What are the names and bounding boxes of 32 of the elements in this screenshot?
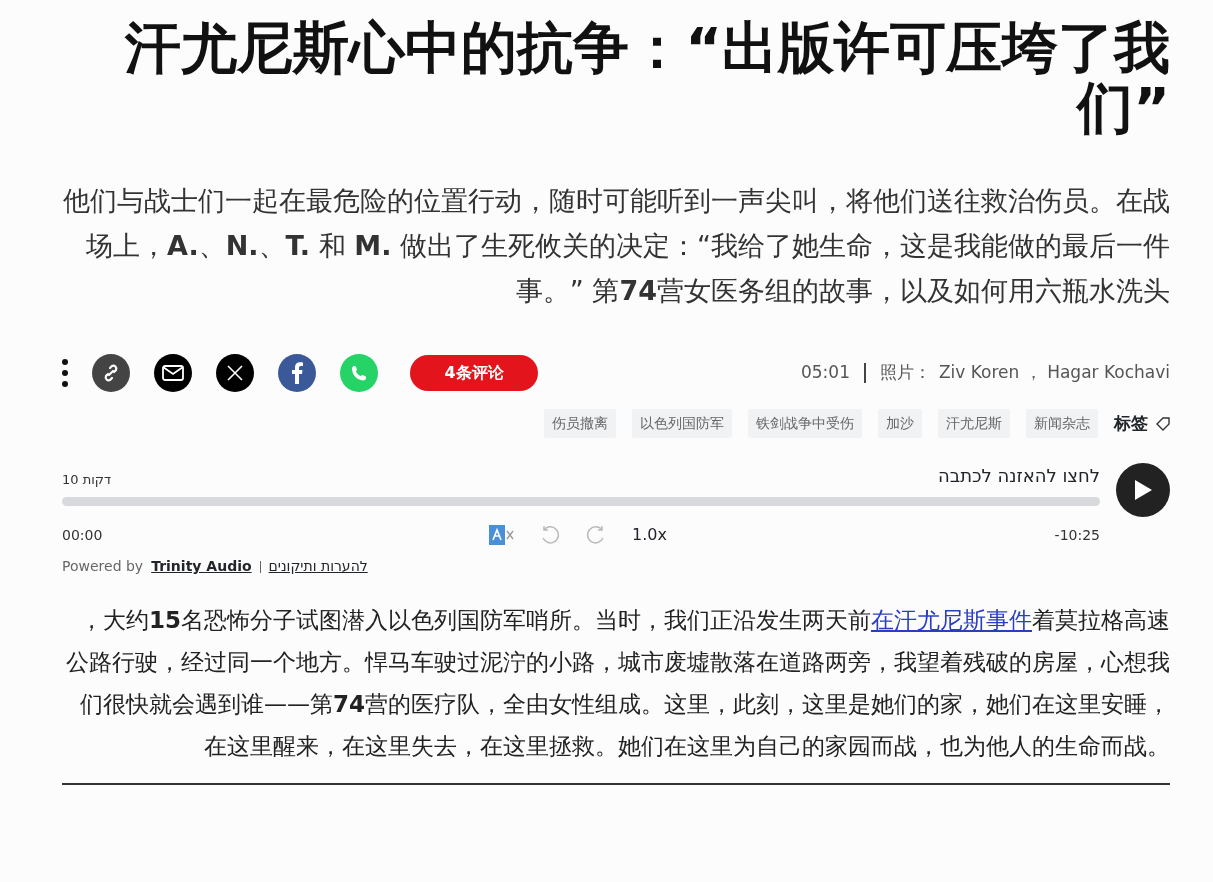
translate-icon[interactable] [489, 525, 515, 545]
play-icon [1133, 479, 1153, 501]
email-icon[interactable] [154, 354, 192, 392]
article-title: 汗尤尼斯心中的抗争：“出版许可压垮了我们” [123, 18, 1170, 138]
photo-label: 照片： [879, 361, 931, 385]
powered-by-label: Powered by [62, 557, 144, 576]
listen-prompt: לחצו להאזנה לכתבה [938, 464, 1100, 488]
comments-button[interactable]: 4条评论 [410, 355, 538, 391]
tag-link[interactable]: 伤员撤离 [544, 409, 616, 438]
tag-icon [1156, 416, 1170, 431]
facebook-icon[interactable] [278, 354, 316, 392]
article-link[interactable]: 在汗尤尼斯事件 [871, 607, 1032, 633]
play-button[interactable] [1116, 463, 1170, 517]
current-time: 00:00 [62, 525, 103, 545]
tag-link[interactable]: 以色列国防军 [632, 409, 732, 438]
duration-label: 10 דקות [62, 470, 112, 489]
body-paragraph: ，大约15名恐怖分子试图潜入以色列国防军哨所。当时，我们正沿发生两天前在汗尤尼斯事件着莫拉格高速公路行驶，经过同一个地方。悍马车驶过泥泞的小路，城市废墟散落在道路两旁，我望着残破的房屋，心想我们很快就会遇到谁——第74营的医疗队，全由女性组成。这里，此刻，这里是她们的家，她们在这里安睡，在这里醒来，在这里失去，在这里拯救。她们在这里为自己的家园而战，也为他人的生命而战。 [65, 606, 1170, 761]
link-icon[interactable] [92, 354, 130, 392]
tag-link[interactable]: 加沙 [878, 409, 922, 438]
lead-paragraph: 他们与战士们一起在最危险的位置行动，随时可能听到一声尖叫，将他们送往救治伤员。在战场上，A.、N.、T. 和 M. 做出了生死攸关的决定：“我给了她生命，这是我能做的最后一件事。” 第74营女医务组的故事，以及如何用六瓶水洗头 [62, 184, 1170, 308]
tag-link[interactable]: 汗尤尼斯 [938, 409, 1010, 438]
photo-credit: Ziv Koren ， Hagar Kochavi [938, 361, 1170, 385]
tags-label: 标签 [1114, 411, 1148, 435]
feedback-link[interactable]: להערות ותיקונים [268, 556, 368, 577]
tag-link[interactable]: 铁剑战争中受伤 [748, 409, 862, 438]
trinity-audio-link[interactable]: Trinity Audio [151, 556, 252, 577]
x-icon[interactable] [216, 354, 254, 392]
publish-time: 05:01 [800, 361, 850, 385]
speed-button[interactable]: 1.0x [631, 522, 668, 548]
more-icon[interactable] [62, 358, 68, 388]
remaining-time: -10:25 [1054, 525, 1100, 545]
tag-link[interactable]: 新闻杂志 [1026, 409, 1098, 438]
